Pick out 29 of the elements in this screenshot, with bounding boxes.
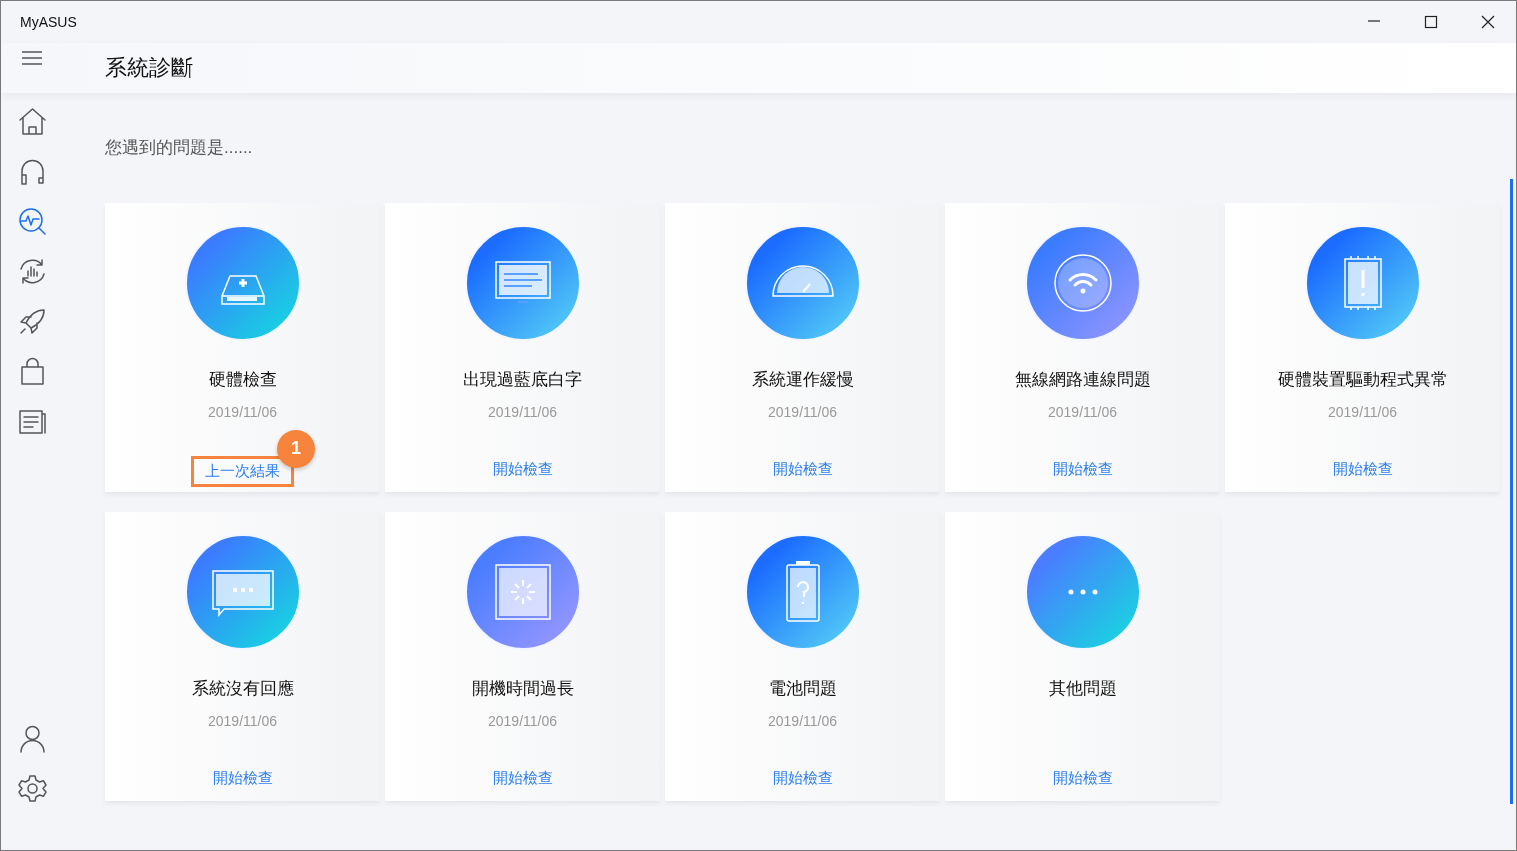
card-title: 系統運作緩慢 [751, 368, 854, 391]
check-date: 2019/11/06 [1328, 403, 1397, 422]
start-check-link[interactable]: 開始檢查 [201, 766, 284, 791]
check-date: 2019/11/06 [768, 403, 837, 422]
start-check-link[interactable]: 開始檢查 [1041, 766, 1124, 791]
card-title: 開機時間過長 [471, 677, 574, 700]
card-title: 電池問題 [768, 677, 837, 700]
prompt-text: 您遇到的問題是...... [105, 137, 254, 159]
callout-badge: 1 [277, 429, 315, 468]
check-date: 2019/11/06 [208, 712, 277, 731]
start-check-link[interactable]: 開始檢查 [761, 457, 844, 482]
card-title: 硬體裝置驅動程式異常 [1277, 368, 1448, 391]
card-title: 其他問題 [1048, 677, 1117, 700]
card-title: 出現過藍底白字 [463, 368, 582, 391]
card-title: 硬體檢查 [208, 368, 277, 391]
check-date: 2019/11/06 [208, 403, 277, 422]
start-check-link[interactable]: 開始檢查 [1041, 457, 1124, 482]
check-date: 2019/11/06 [488, 712, 557, 731]
page-title: 系統診斷 [105, 54, 193, 82]
check-date: 2019/11/06 [488, 403, 557, 422]
check-date: 2019/11/06 [1048, 403, 1117, 422]
start-check-link[interactable]: 開始檢查 [761, 766, 844, 791]
window-title: MyASUS [20, 12, 77, 32]
check-date: 2019/11/06 [768, 712, 837, 731]
start-check-link[interactable]: 開始檢查 [481, 457, 564, 482]
card-title: 無線網路連線問題 [1014, 368, 1151, 391]
start-check-link[interactable]: 開始檢查 [1321, 457, 1404, 482]
start-check-link[interactable]: 開始檢查 [481, 766, 564, 791]
card-title: 系統沒有回應 [191, 677, 294, 700]
